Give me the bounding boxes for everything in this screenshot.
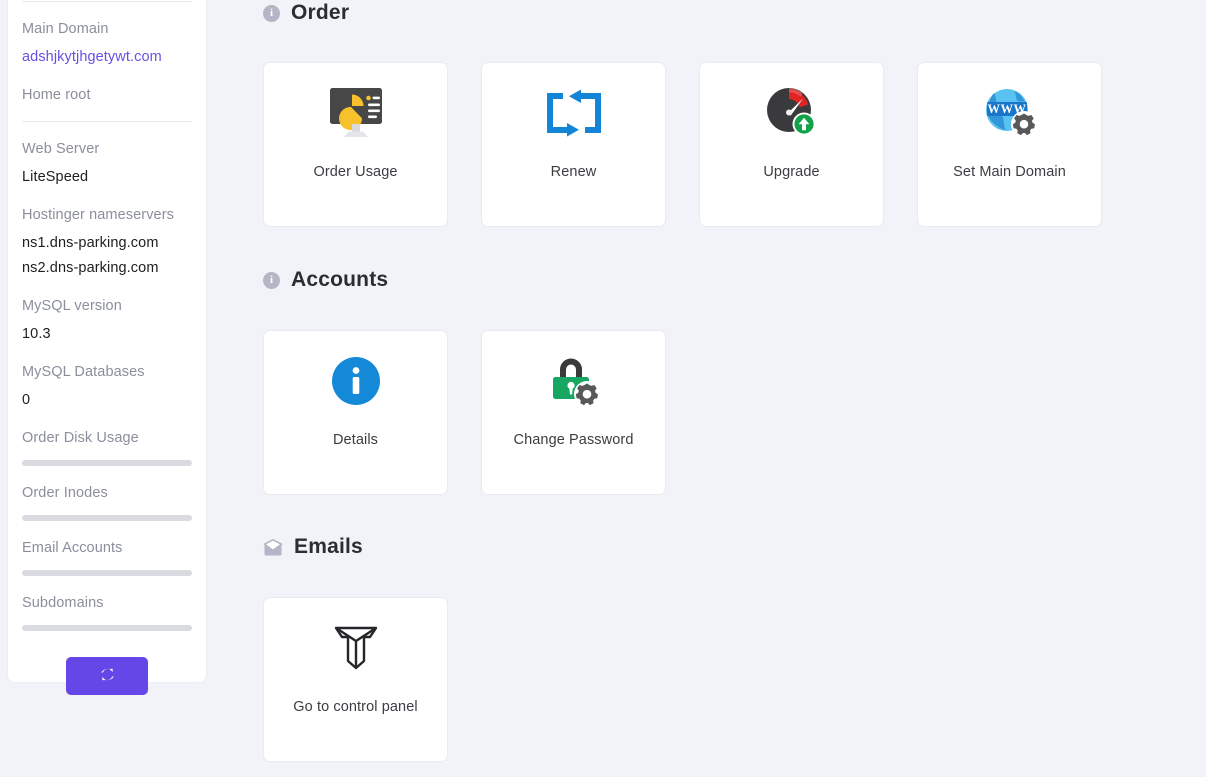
progress-email-accounts — [22, 570, 192, 576]
section-title-accounts: Accounts — [291, 268, 388, 292]
hpanel-cube-icon — [264, 598, 447, 698]
sidebar-label-mysql-databases: MySQL Databases — [22, 362, 192, 382]
server-info-sidebar: Main Domain adshjkytjhgetywt.com Home ro… — [7, 0, 207, 683]
sidebar-label-home-root: Home root — [22, 85, 192, 105]
tile-go-to-control-panel[interactable]: Go to control panel — [263, 597, 448, 762]
accounts-tiles-row: Details Cha — [263, 330, 666, 495]
sidebar-label-web-server: Web Server — [22, 139, 192, 159]
padlock-gear-icon — [482, 331, 665, 431]
tile-label: Go to control panel — [293, 698, 417, 716]
main-content: i Order — [263, 0, 1206, 777]
progress-subdomains — [22, 625, 192, 631]
sidebar-label-order-disk-usage: Order Disk Usage — [22, 428, 192, 448]
monitor-pie-chart-icon — [264, 63, 447, 163]
sidebar-home-root-value — [22, 105, 192, 121]
section-header-accounts: i Accounts — [263, 267, 388, 293]
emails-tiles-row: Go to control panel — [263, 597, 448, 762]
info-icon: i — [263, 272, 280, 289]
speedometer-upgrade-icon — [700, 63, 883, 163]
sidebar-label-email-accounts: Email Accounts — [22, 538, 192, 558]
sidebar-top-divider — [22, 1, 192, 2]
order-tiles-row: Order Usage — [263, 62, 1102, 227]
main-domain-link[interactable]: adshjkytjhgetywt.com — [22, 47, 192, 68]
tile-order-usage[interactable]: Order Usage — [263, 62, 448, 227]
sidebar-label-mysql-version: MySQL version — [22, 296, 192, 316]
sidebar-label-subdomains: Subdomains — [22, 593, 192, 613]
sidebar-value-web-server: LiteSpeed — [22, 167, 192, 188]
sidebar-value-nameserver-1: ns1.dns-parking.com — [22, 233, 192, 254]
tile-change-password[interactable]: Change Password — [481, 330, 666, 495]
tile-label: Details — [333, 431, 378, 449]
sidebar-divider-2 — [22, 121, 192, 122]
tile-label: Set Main Domain — [953, 163, 1066, 181]
sidebar-label-main-domain: Main Domain — [22, 19, 192, 39]
envelope-icon — [263, 539, 283, 556]
section-header-order: i Order — [263, 0, 349, 26]
tile-label: Change Password — [514, 431, 634, 449]
refresh-icon — [99, 666, 116, 686]
sidebar-value-nameserver-2: ns2.dns-parking.com — [22, 258, 192, 279]
section-title-emails: Emails — [294, 535, 363, 559]
info-circle-blue-icon — [264, 331, 447, 431]
section-title-order: Order — [291, 1, 349, 25]
tile-label: Renew — [551, 163, 597, 181]
sidebar-label-order-inodes: Order Inodes — [22, 483, 192, 503]
info-icon: i — [263, 5, 280, 22]
section-header-emails: Emails — [263, 534, 363, 560]
refresh-button[interactable] — [66, 657, 148, 695]
tile-renew[interactable]: Renew — [481, 62, 666, 227]
refresh-button-wrap — [22, 657, 192, 695]
tile-label: Order Usage — [313, 163, 397, 181]
sidebar-value-mysql-version: 10.3 — [22, 324, 192, 345]
page-root: Main Domain adshjkytjhgetywt.com Home ro… — [0, 0, 1206, 777]
globe-www-gear-icon: WWW — [918, 63, 1101, 163]
tile-set-main-domain[interactable]: WWW Set Main Domain — [917, 62, 1102, 227]
progress-order-inodes — [22, 515, 192, 521]
sidebar-value-mysql-databases: 0 — [22, 390, 192, 411]
tile-label: Upgrade — [763, 163, 819, 181]
tile-upgrade[interactable]: Upgrade — [699, 62, 884, 227]
sidebar-label-nameservers: Hostinger nameservers — [22, 205, 192, 225]
renew-loop-arrows-icon — [482, 63, 665, 163]
progress-order-disk-usage — [22, 460, 192, 466]
tile-details[interactable]: Details — [263, 330, 448, 495]
